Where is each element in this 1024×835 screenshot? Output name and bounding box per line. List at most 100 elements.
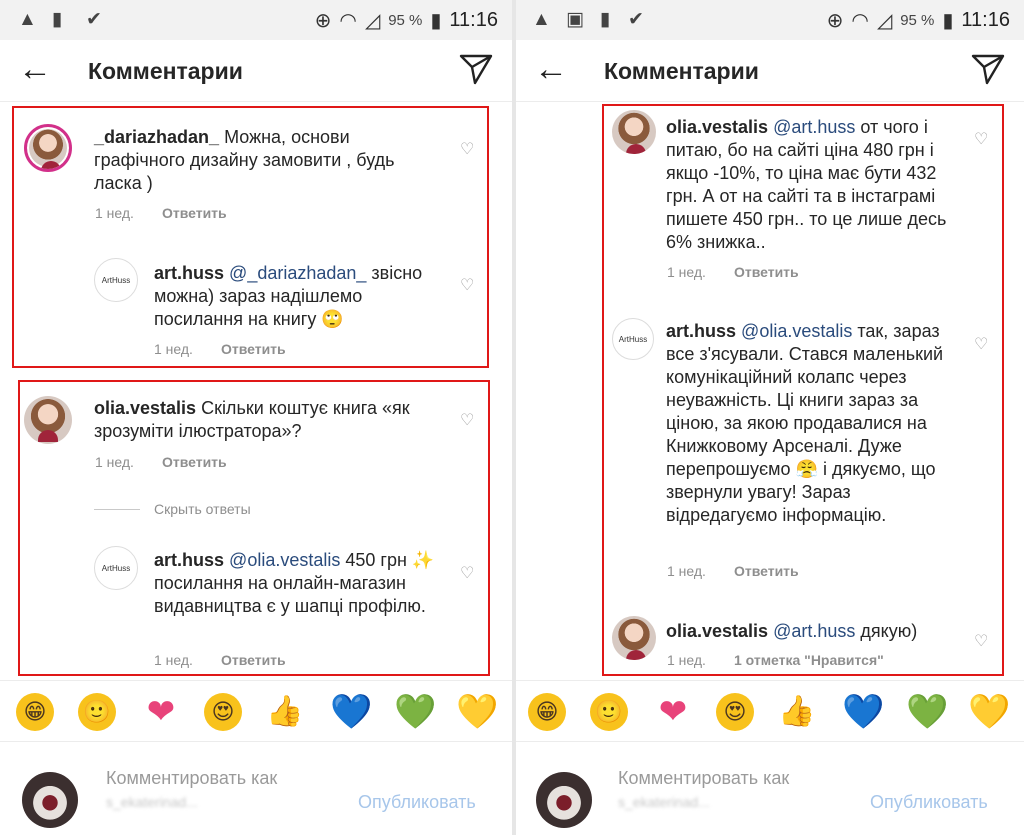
comment-text: olia.vestalis Скільки коштує книга «як з… [94, 397, 444, 443]
reply-username[interactable]: art.huss [154, 550, 224, 570]
reply-button[interactable]: Ответить [734, 563, 799, 579]
green-heart-emoji[interactable]: 💚 [906, 693, 948, 731]
heart-emoji[interactable]: ❤ [142, 693, 180, 731]
like-heart-icon[interactable]: ♡ [974, 132, 988, 148]
thumbs-up-emoji[interactable]: 👍 [266, 693, 304, 731]
mention-link[interactable]: @_dariazhadan_ [229, 263, 366, 283]
comment-text: olia.vestalis @art.huss от чого і питаю,… [666, 116, 962, 254]
reply-button[interactable]: Ответить [162, 205, 227, 221]
comment-username[interactable]: olia.vestalis [666, 117, 768, 137]
signal-icon: ◿ [364, 10, 381, 32]
blue-heart-emoji[interactable]: 💙 [330, 693, 372, 731]
back-arrow-icon[interactable]: ← [534, 52, 568, 86]
reply-meta: 1 нед. Ответить [154, 652, 286, 668]
emoji-bar: 😁 🙂 ❤ 😍 👍 💙 💚 💛 [516, 680, 1024, 742]
sim-icon: ▮ [52, 9, 63, 30]
likes-count[interactable]: 1 отметка "Нравится" [734, 652, 884, 668]
heart-eyes-emoji[interactable]: 😍 [716, 693, 754, 731]
avatar[interactable] [24, 124, 72, 172]
mention-link[interactable]: @art.huss [773, 117, 855, 137]
paper-plane-icon[interactable] [970, 52, 1006, 86]
comment-username[interactable]: _dariazhadan_ [94, 127, 219, 147]
comment-meta: 1 нед. Ответить [95, 205, 227, 221]
avatar[interactable]: ArtHuss [94, 258, 138, 302]
status-bar: ▲ ▣ ▮ ✔ ⊕ ◠ ◿ 95 % ▮ 11:16 [516, 0, 1024, 40]
battery-percent: 95 % [900, 12, 935, 29]
paper-plane-icon[interactable] [458, 52, 494, 86]
emoji-bar: 😁 🙂 ❤ 😍 👍 💙 💚 💛 [0, 680, 512, 742]
avatar[interactable] [612, 110, 656, 154]
reply-button[interactable]: Ответить [162, 454, 227, 470]
mention-link[interactable]: @art.huss [773, 621, 855, 641]
data-saver-icon: ⊕ [314, 10, 332, 32]
publish-button[interactable]: Опубликовать [358, 792, 476, 813]
comment-text: olia.vestalis @art.huss дякую) [666, 620, 962, 643]
like-heart-icon[interactable]: ♡ [460, 566, 474, 582]
smiling-emoji[interactable]: 🙂 [590, 693, 628, 731]
like-heart-icon[interactable]: ♡ [460, 142, 474, 158]
like-heart-icon[interactable]: ♡ [974, 337, 988, 353]
avatar[interactable] [24, 396, 72, 444]
avatar[interactable] [612, 616, 656, 660]
like-heart-icon[interactable]: ♡ [974, 634, 988, 650]
comment-username[interactable]: art.huss [666, 321, 736, 341]
mention-link[interactable]: @olia.vestalis [741, 321, 852, 341]
reply-button[interactable]: Ответить [221, 341, 286, 357]
reply-time: 1 нед. [154, 652, 193, 668]
wifi-icon: ◠ [851, 10, 869, 32]
avatar [536, 772, 592, 828]
comment-body: дякую) [855, 621, 918, 641]
comment-meta: 1 нед. 1 отметка "Нравится" [667, 652, 884, 668]
avatar-logo-text: ArtHuss [618, 334, 648, 344]
comment-meta: 1 нед. Ответить [95, 454, 227, 470]
yellow-heart-emoji[interactable]: 💛 [456, 693, 498, 731]
heart-emoji[interactable]: ❤ [654, 693, 692, 731]
reply-button[interactable]: Ответить [221, 652, 286, 668]
comment-time: 1 нед. [95, 205, 134, 221]
comment-input[interactable]: Комментировать как [106, 768, 277, 789]
yellow-heart-emoji[interactable]: 💛 [968, 693, 1010, 731]
signal-icon: ◿ [876, 10, 893, 32]
like-heart-icon[interactable]: ♡ [460, 278, 474, 294]
comment-username[interactable]: olia.vestalis [94, 398, 196, 418]
thumbs-up-emoji[interactable]: 👍 [778, 693, 816, 731]
heart-eyes-emoji[interactable]: 😍 [204, 693, 242, 731]
comment-username[interactable]: olia.vestalis [666, 621, 768, 641]
reply-button[interactable]: Ответить [734, 264, 799, 280]
battery-icon: ▮ [942, 10, 954, 32]
warning-icon: ▲ [532, 9, 551, 30]
publish-button[interactable]: Опубликовать [870, 792, 988, 813]
page-title: Комментарии [604, 58, 759, 84]
grinning-emoji[interactable]: 😁 [528, 693, 566, 731]
comment-text: _dariazhadan_ Можна, основи графічного д… [94, 126, 434, 195]
composer-username: s_ekaterinad... [618, 794, 710, 810]
wifi-icon: ◠ [339, 10, 357, 32]
warning-icon: ▲ [18, 9, 37, 30]
green-heart-emoji[interactable]: 💚 [394, 693, 436, 731]
grinning-emoji[interactable]: 😁 [16, 693, 54, 731]
battery-icon: ▮ [430, 10, 442, 32]
battery-percent: 95 % [388, 12, 423, 29]
back-arrow-icon[interactable]: ← [18, 52, 52, 86]
avatar[interactable]: ArtHuss [94, 546, 138, 590]
avatar-logo-text: ArtHuss [101, 275, 131, 285]
reply-username[interactable]: art.huss [154, 263, 224, 283]
blue-heart-emoji[interactable]: 💙 [842, 693, 884, 731]
comment-time: 1 нед. [667, 652, 706, 668]
like-heart-icon[interactable]: ♡ [460, 413, 474, 429]
comment-input[interactable]: Комментировать как [618, 768, 789, 789]
hide-replies-button[interactable]: Скрыть ответы [154, 501, 251, 517]
clock: 11:16 [449, 9, 498, 31]
avatar[interactable]: ArtHuss [612, 318, 654, 360]
smiling-emoji[interactable]: 🙂 [78, 693, 116, 731]
comment-meta: 1 нед. Ответить [667, 264, 799, 280]
mention-link[interactable]: @olia.vestalis [229, 550, 340, 570]
checkmark-notify-icon: ✔ [86, 9, 102, 30]
reply-text: art.huss @olia.vestalis 450 грн ✨ посила… [154, 549, 444, 618]
avatar-logo-text: ArtHuss [101, 563, 131, 573]
left-screen: ▲ ▮ ✔ ⊕ ◠ ◿ 95 % ▮ 11:16 ← Комментарии _… [0, 0, 512, 835]
composer-username: s_ekaterinad... [106, 794, 198, 810]
divider [94, 509, 140, 510]
reply-text: art.huss @_dariazhadan_ звісно можна) за… [154, 262, 454, 331]
sim-icon: ▮ [600, 9, 611, 30]
